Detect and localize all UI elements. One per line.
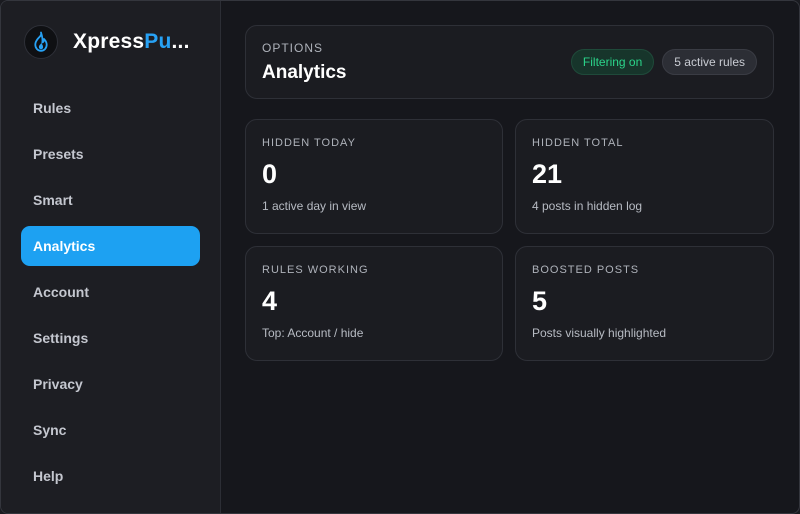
active-rules-badge: 5 active rules xyxy=(662,49,757,75)
sidebar: XpressPu... Rules Presets Smart Analytic… xyxy=(1,1,221,513)
stat-label: HIDDEN TODAY xyxy=(262,137,356,149)
sidebar-item-privacy[interactable]: Privacy xyxy=(21,364,200,404)
sidebar-item-label: Smart xyxy=(33,192,73,208)
stat-label: RULES WORKING xyxy=(262,264,369,276)
header-text: OPTIONS Analytics xyxy=(262,41,346,84)
header-eyebrow: OPTIONS xyxy=(262,40,324,55)
stat-value: 4 xyxy=(262,286,278,316)
sidebar-item-label: Account xyxy=(33,284,89,300)
status-badges: Filtering on 5 active rules xyxy=(570,49,757,75)
sidebar-item-analytics[interactable]: Analytics xyxy=(21,226,200,266)
sidebar-item-label: Rules xyxy=(33,100,72,116)
sidebar-item-label: Settings xyxy=(33,330,89,346)
flame-icon xyxy=(24,25,58,59)
main-content: OPTIONS Analytics Filtering on 5 active … xyxy=(221,1,799,513)
sidebar-item-presets[interactable]: Presets xyxy=(21,134,200,174)
sidebar-item-label: Sync xyxy=(33,422,67,438)
stat-value: 5 xyxy=(532,286,548,316)
brand: XpressPu... xyxy=(24,23,200,61)
app-name-ellipsis: ... xyxy=(171,30,190,53)
sidebar-item-help[interactable]: Help xyxy=(21,456,200,496)
stat-subtext: Top: Account / hide xyxy=(262,326,364,340)
stat-value: 0 xyxy=(262,159,278,189)
sidebar-item-rules[interactable]: Rules xyxy=(21,88,200,128)
app-name-part1: Xpress xyxy=(73,30,145,53)
app-name: XpressPu... xyxy=(73,30,190,54)
stat-subtext: Posts visually highlighted xyxy=(532,326,667,340)
stat-card-rules-working: RULES WORKING 4 Top: Account / hide xyxy=(245,246,503,361)
sidebar-item-account[interactable]: Account xyxy=(21,272,200,312)
sidebar-nav: Rules Presets Smart Analytics Account Se… xyxy=(21,88,200,502)
page-header: OPTIONS Analytics Filtering on 5 active … xyxy=(245,25,774,99)
sidebar-item-sync[interactable]: Sync xyxy=(21,410,200,450)
stat-label: BOOSTED POSTS xyxy=(532,264,640,276)
sidebar-item-label: Privacy xyxy=(33,376,83,392)
stat-value: 21 xyxy=(532,159,563,189)
stat-card-boosted-posts: BOOSTED POSTS 5 Posts visually highlight… xyxy=(515,246,774,361)
stat-card-hidden-total: HIDDEN TOTAL 21 4 posts in hidden log xyxy=(515,119,774,234)
sidebar-item-label: Presets xyxy=(33,146,84,162)
sidebar-item-settings[interactable]: Settings xyxy=(21,318,200,358)
sidebar-item-label: Analytics xyxy=(33,238,96,254)
stat-subtext: 4 posts in hidden log xyxy=(532,199,643,213)
app-name-part2: Pu xyxy=(144,30,172,53)
sidebar-item-label: Help xyxy=(33,468,64,484)
stat-label: HIDDEN TOTAL xyxy=(532,137,624,149)
filtering-status-badge: Filtering on xyxy=(570,49,655,75)
stat-subtext: 1 active day in view xyxy=(262,199,367,213)
page-title: Analytics xyxy=(262,61,347,83)
stats-grid: HIDDEN TODAY 0 1 active day in view HIDD… xyxy=(245,119,774,361)
sidebar-item-smart[interactable]: Smart xyxy=(21,180,200,220)
app-window: XpressPu... Rules Presets Smart Analytic… xyxy=(0,0,800,514)
stat-card-hidden-today: HIDDEN TODAY 0 1 active day in view xyxy=(245,119,503,234)
